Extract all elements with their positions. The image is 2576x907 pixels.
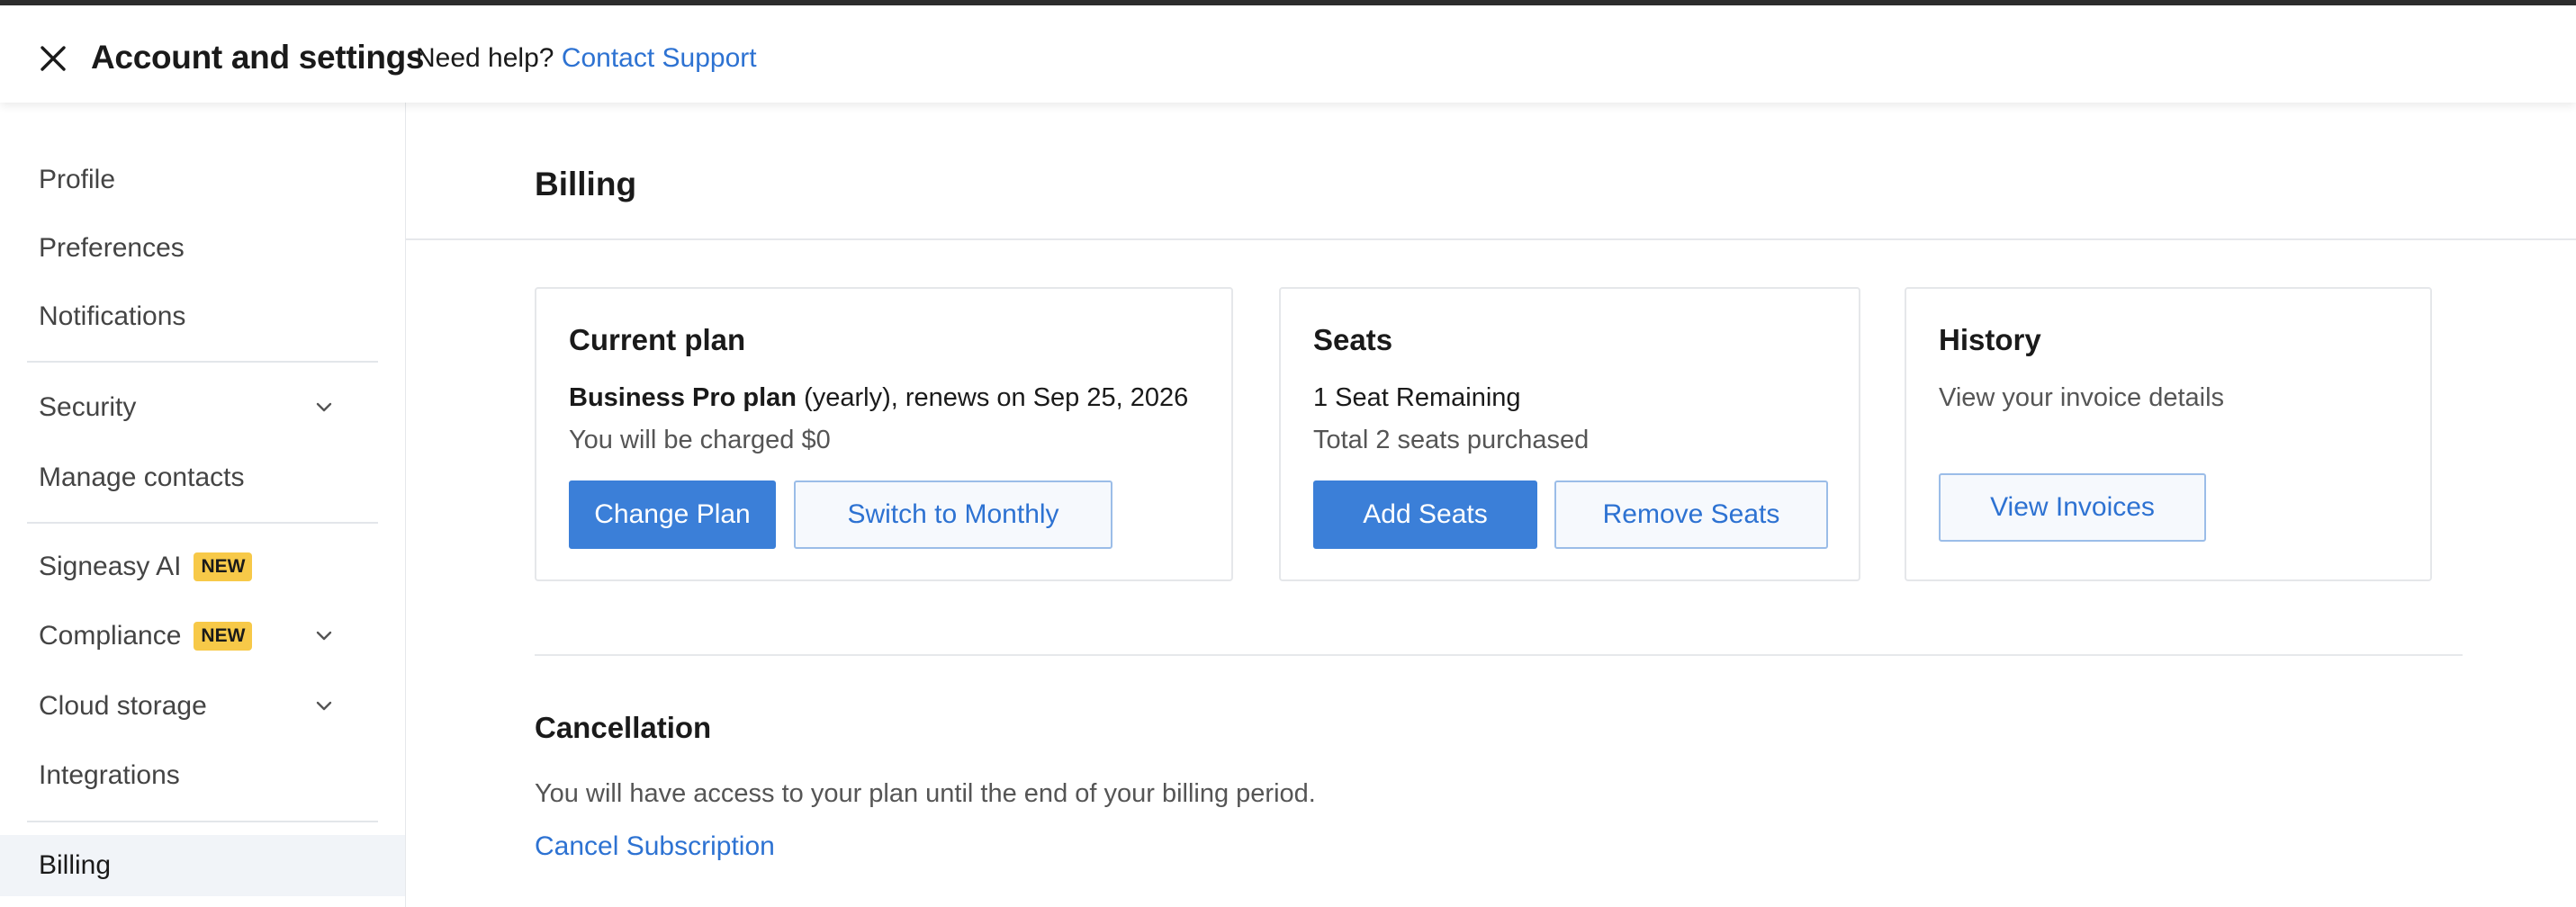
current-plan-card: Current plan Business Pro plan (yearly),… [535,287,1233,581]
sidebar-item-security[interactable]: Security [0,377,405,438]
sidebar-divider [27,522,378,524]
switch-to-monthly-button[interactable]: Switch to Monthly [794,480,1112,549]
plan-summary: Business Pro plan (yearly), renews on Se… [569,383,1188,413]
plan-name: Business Pro plan [569,383,797,412]
sidebar-item-label: Notifications [39,301,186,331]
view-invoices-button[interactable]: View Invoices [1939,473,2206,542]
sidebar-item-notifications[interactable]: Notifications [0,286,405,347]
add-seats-button[interactable]: Add Seats [1313,480,1537,549]
current-plan-title: Current plan [569,323,746,356]
chevron-down-icon [316,402,332,412]
history-title: History [1939,323,2041,356]
sidebar-item-billing[interactable]: Billing [0,835,405,896]
seats-total: Total 2 seats purchased [1313,426,1590,454]
help-text: Need help? Contact Support [416,41,757,76]
sidebar-item-label: Profile [39,165,116,194]
sidebar-item-preferences[interactable]: Preferences [0,218,405,279]
remove-seats-button[interactable]: Remove Seats [1554,480,1828,549]
sidebar-item-label: Security [39,392,137,422]
seats-remaining: 1 Seat Remaining [1313,383,1521,412]
sidebar-item-signeasy-ai[interactable]: Signeasy AI NEW [0,536,405,597]
sidebar-divider [27,821,378,822]
sidebar-item-label: Integrations [39,760,180,790]
close-button[interactable] [31,36,76,81]
cancellation-text: You will have access to your plan until … [535,779,1316,808]
cancellation-title: Cancellation [535,711,712,744]
page-title: Billing [535,166,637,202]
sidebar-divider [27,361,378,363]
contact-support-link[interactable]: Contact Support [562,43,757,73]
sidebar-item-label: Signeasy AI [39,552,182,581]
seats-title: Seats [1313,323,1393,356]
header: Account and settings Need help? Contact … [0,5,2576,103]
charge-text: You will be charged $0 [569,426,831,454]
plan-renewal: (yearly), renews on Sep 25, 2026 [797,383,1189,412]
chevron-down-icon [316,631,332,641]
sidebar-item-label: Manage contacts [39,462,245,492]
sidebar-item-label: Billing [39,850,112,880]
cancel-subscription-link[interactable]: Cancel Subscription [535,831,775,862]
sidebar-item-label: Cloud storage [39,691,207,721]
sidebar-item-manage-contacts[interactable]: Manage contacts [0,447,405,508]
sidebar-item-cloud-storage[interactable]: Cloud storage [0,676,405,737]
sidebar-item-profile[interactable]: Profile [0,149,405,211]
help-label: Need help? [416,43,554,73]
close-icon [41,46,66,71]
title-divider [406,238,2576,240]
new-badge: NEW [194,622,253,651]
seats-card: Seats 1 Seat Remaining Total 2 seats pur… [1279,287,1860,581]
history-description: View your invoice details [1939,383,2225,412]
sidebar: Profile Preferences Notifications Securi… [0,103,406,907]
sidebar-item-label: Preferences [39,233,185,263]
change-plan-button[interactable]: Change Plan [569,480,776,549]
sidebar-item-label: Compliance [39,621,182,651]
main-content: Billing Current plan Business Pro plan (… [406,103,2576,907]
new-badge: NEW [194,552,253,581]
sidebar-item-integrations[interactable]: Integrations [0,745,405,806]
chevron-down-icon [316,701,332,711]
section-divider [535,654,2463,656]
page-header-title: Account and settings [91,39,425,76]
history-card: History View your invoice details View I… [1905,287,2432,581]
sidebar-item-compliance[interactable]: Compliance NEW [0,606,405,667]
